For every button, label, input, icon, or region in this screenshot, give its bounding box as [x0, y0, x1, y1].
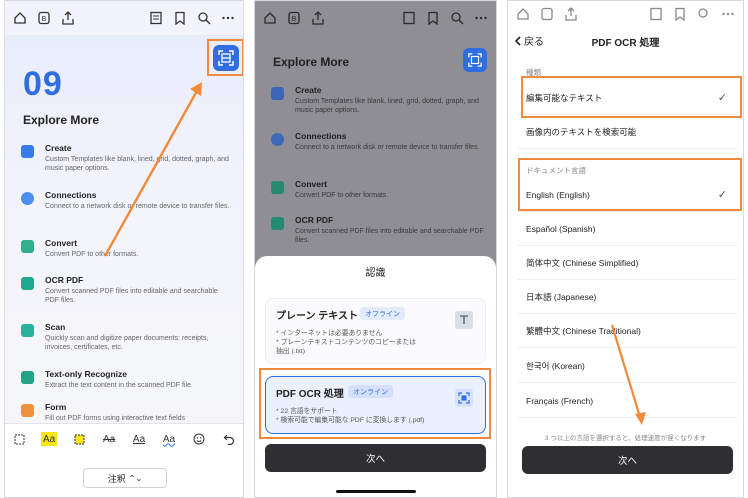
- arrow-annotation: [610, 324, 646, 425]
- feature-name: Convert: [295, 179, 328, 189]
- screenshot-stage: B 09 Explore More Create Custom Template…: [0, 0, 748, 498]
- ocr-scan-button: [463, 48, 487, 72]
- recognition-bottom-sheet: 認識 プレーン テキスト オフライン * インターネットは必要ありません * プ…: [255, 256, 496, 497]
- phone-screen-ocr-settings: 戻る PDF OCR 処理 種類 編集可能なテキスト ✓ 画像内のテキストを検索…: [507, 0, 744, 498]
- create-icon: [271, 87, 284, 100]
- more-icon: [474, 11, 488, 25]
- annotation-mode-label: 注釈: [107, 473, 126, 484]
- svg-text:B: B: [292, 16, 297, 23]
- feature-name: OCR PDF: [295, 215, 334, 225]
- underline-tool[interactable]: Aa: [131, 432, 147, 446]
- next-button[interactable]: 次へ: [522, 446, 733, 474]
- pdf-ocr-option-highlight: [259, 368, 491, 439]
- cloud-icon: [271, 133, 284, 146]
- next-button[interactable]: 次へ: [265, 444, 486, 472]
- feature-desc: Connect to a network disk or remote devi…: [295, 144, 480, 151]
- share-icon: [311, 11, 325, 25]
- feature-name: Connections: [295, 131, 347, 141]
- feature-ocr-pdf: OCR PDF Convert scanned PDF files into e…: [271, 215, 486, 249]
- page-tools-icon: [402, 11, 416, 25]
- home-indicator: [335, 490, 416, 493]
- plain-text-option[interactable]: プレーン テキスト オフライン * インターネットは必要ありません * プレーン…: [265, 298, 486, 364]
- search-icon: [450, 11, 464, 25]
- phone-screen-recognition-sheet: B Explore More Create Custom Templates l…: [254, 0, 497, 498]
- home-icon: [263, 11, 277, 25]
- feature-desc: Convert PDF to other formats.: [295, 192, 389, 199]
- feature-convert: Convert Convert PDF to other formats.: [271, 179, 486, 209]
- text-t-icon: [455, 311, 473, 329]
- select-box-icon[interactable]: [11, 432, 27, 446]
- convert-icon: [271, 181, 284, 194]
- option-line: 抽出 (.txt): [276, 348, 306, 355]
- feature-name: Create: [295, 85, 322, 95]
- bookmark-b-icon: B: [287, 11, 301, 25]
- feature-desc: Custom Templates like blank, lined, grid…: [295, 98, 479, 114]
- ocr-pdf-icon: [271, 217, 284, 230]
- language-hint: 3 つ以上の言語を選択すると、処理速度が遅くなります: [544, 435, 707, 442]
- bookmark-add-icon: [426, 11, 440, 25]
- option-title: プレーン テキスト: [276, 311, 358, 322]
- annotation-tools: Aa Aa Aa Aa: [11, 432, 237, 446]
- section-title: Explore More: [273, 55, 350, 69]
- highlight-tool[interactable]: Aa: [40, 432, 58, 446]
- top-toolbar: B: [255, 1, 496, 35]
- strikethrough-tool[interactable]: Aa: [101, 432, 117, 446]
- feature-desc: Convert scanned PDF files into editable …: [295, 228, 484, 244]
- sticker-icon[interactable]: [191, 432, 207, 446]
- phone-screen-explore: B 09 Explore More Create Custom Template…: [4, 0, 244, 498]
- offline-badge: オフライン: [360, 307, 405, 320]
- up-down-chevron-icon: ⌃⌄: [128, 473, 143, 483]
- undo-icon[interactable]: [221, 432, 237, 446]
- feature-create: Create Custom Templates like blank, line…: [271, 85, 486, 119]
- sheet-title: 認識: [365, 268, 386, 279]
- annotation-toolbar: Aa Aa Aa Aa 注釈 ⌃⌄: [5, 423, 243, 497]
- area-highlight-icon[interactable]: [71, 432, 87, 446]
- ocr-scan-icon: [468, 53, 482, 67]
- feature-connections: Connections Connect to a network disk or…: [271, 131, 486, 165]
- annotation-mode-select[interactable]: 注釈 ⌃⌄: [83, 468, 167, 488]
- squiggly-tool[interactable]: Aa: [161, 432, 177, 446]
